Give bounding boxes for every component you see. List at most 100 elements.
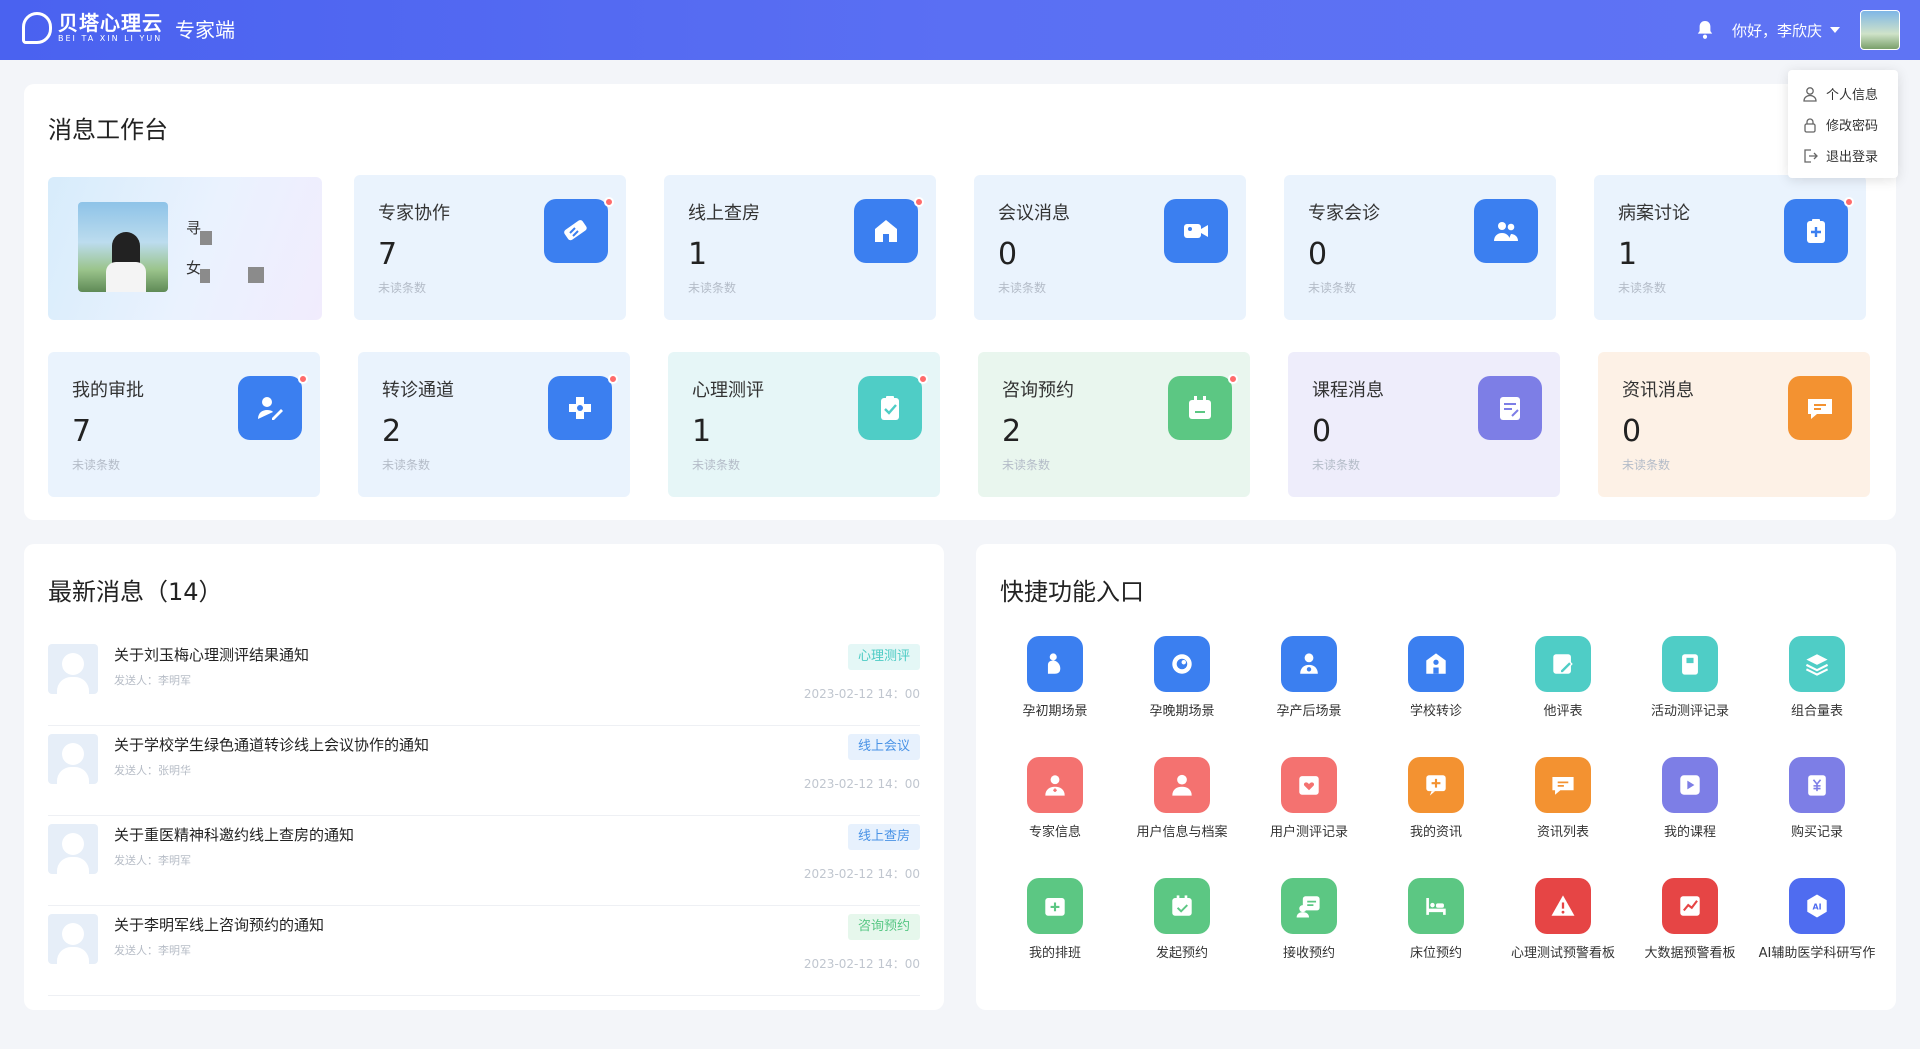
avatar[interactable] xyxy=(1860,10,1900,50)
message-card[interactable]: 资讯消息 0 未读条数 xyxy=(1598,352,1870,497)
quick-entry[interactable]: 心理测试预警看板 xyxy=(1499,878,1627,961)
menu-item-logout[interactable]: 退出登录 xyxy=(1802,140,1898,171)
list-item[interactable]: 关于重医精神科邀约线上查房的通知 发送人：李明军 线上查房 2023-02-12 14… xyxy=(48,816,920,906)
mosaic-block xyxy=(248,267,264,283)
list-item[interactable]: 关于刘玉梅心理测评结果通知 发送人：李明军 心理测评 2023-02-12 14：00 xyxy=(48,636,920,726)
card-icon-badge xyxy=(1168,376,1232,440)
message-card[interactable]: 会议消息 0 未读条数 xyxy=(974,175,1246,320)
avatar xyxy=(48,644,98,694)
menu-item-password[interactable]: 修改密码 xyxy=(1802,109,1898,140)
quick-entry[interactable]: 学校转诊 xyxy=(1372,636,1500,719)
bell-icon[interactable] xyxy=(1696,20,1714,40)
quick-entry[interactable]: 孕初期场景 xyxy=(991,636,1119,719)
quick-label: 我的排班 xyxy=(1028,946,1081,961)
panel-title: 消息工作台 xyxy=(48,116,168,144)
quick-entry[interactable]: 购买记录 xyxy=(1753,757,1881,840)
quick-entry[interactable]: 用户信息与档案 xyxy=(1118,757,1246,840)
quick-entry[interactable]: AI AI辅助医学科研写作 xyxy=(1753,878,1881,961)
edit-icon xyxy=(1553,654,1573,674)
quick-entry[interactable]: 我的资讯 xyxy=(1372,757,1500,840)
message-card[interactable]: 咨询预约 2 未读条数 xyxy=(978,352,1250,497)
message-card[interactable]: 心理测评 1 未读条数 xyxy=(668,352,940,497)
unread-count: 1 xyxy=(688,237,708,272)
baby-icon xyxy=(1172,654,1192,674)
quick-label: 组合量表 xyxy=(1790,704,1843,719)
check-clipboard-icon xyxy=(881,396,899,420)
unread-dot xyxy=(918,374,928,384)
logo-name: 贝塔心理云 xyxy=(58,11,163,35)
unread-label: 未读条数 xyxy=(72,458,121,472)
quick-icon-badge xyxy=(1662,878,1718,934)
profile-card[interactable]: 寻 女 xyxy=(48,177,322,320)
card-title: 线上查房 xyxy=(688,203,760,224)
quick-entry[interactable]: 活动测评记录 xyxy=(1626,636,1754,719)
avatar xyxy=(48,824,98,874)
doctor-icon xyxy=(1045,775,1065,796)
profile-gender: 女 xyxy=(186,259,202,277)
app-logo[interactable]: 贝塔心理云 BEI TA XIN LI YUN 专家端 xyxy=(22,12,235,44)
quick-entry[interactable]: 我的排班 xyxy=(991,878,1119,961)
unread-label: 未读条数 xyxy=(688,281,737,295)
message-card[interactable]: 转诊通道 2 未读条数 xyxy=(358,352,630,497)
quick-entry[interactable]: 专家信息 xyxy=(991,757,1119,840)
quick-entry[interactable]: 我的课程 xyxy=(1626,757,1754,840)
message-title: 关于学校学生绿色通道转诊线上会议协作的通知 xyxy=(114,736,430,754)
quick-entry[interactable]: 大数据预警看板 xyxy=(1626,878,1754,961)
menu-item-profile[interactable]: 个人信息 xyxy=(1802,78,1898,109)
quick-icon-badge xyxy=(1027,757,1083,813)
quick-entry[interactable]: 孕产后场景 xyxy=(1245,636,1373,719)
profile-photo xyxy=(78,202,168,292)
quick-label: 专家信息 xyxy=(1028,825,1081,840)
quick-label: 接收预约 xyxy=(1282,946,1335,961)
message-tag[interactable]: 咨询预约 xyxy=(847,914,920,940)
quick-entry[interactable]: 接收预约 xyxy=(1245,878,1373,961)
card-icon-badge xyxy=(544,199,608,263)
quick-icon-badge xyxy=(1408,878,1464,934)
message-tag[interactable]: 线上会议 xyxy=(847,734,920,760)
quick-label: 床位预约 xyxy=(1409,946,1462,961)
quick-label: 心理测试预警看板 xyxy=(1510,946,1615,961)
quick-label: 资讯列表 xyxy=(1536,825,1589,840)
unread-label: 未读条数 xyxy=(1308,281,1357,295)
message-card[interactable]: 课程消息 0 未读条数 xyxy=(1288,352,1560,497)
logo-name-en: BEI TA XIN LI YUN xyxy=(58,34,163,43)
chat-icon xyxy=(1808,399,1832,419)
note-icon xyxy=(1500,397,1520,420)
user-greeting[interactable]: 你好，李欣庆 xyxy=(1732,20,1822,41)
unread-label: 未读条数 xyxy=(382,458,431,472)
quick-entry[interactable]: 用户测评记录 xyxy=(1245,757,1373,840)
list-item[interactable]: 关于学校学生绿色通道转诊线上会议协作的通知 发送人：张明华 线上会议 2023-02-… xyxy=(48,726,920,816)
message-sender: 发送人：张明华 xyxy=(114,764,191,777)
quick-icon-badge xyxy=(1535,878,1591,934)
message-title: 关于刘玉梅心理测评结果通知 xyxy=(114,646,310,664)
unread-dot xyxy=(298,374,308,384)
message-tag[interactable]: 心理测评 xyxy=(847,644,920,670)
quick-icon-badge xyxy=(1789,636,1845,692)
quick-label: 购买记录 xyxy=(1790,825,1843,840)
message-card[interactable]: 专家会诊 0 未读条数 xyxy=(1284,175,1556,320)
quick-entry[interactable]: 组合量表 xyxy=(1753,636,1881,719)
profile-icon xyxy=(1172,774,1192,796)
chevron-down-icon[interactable] xyxy=(1830,27,1840,33)
message-card[interactable]: 病案讨论 1 未读条数 xyxy=(1594,175,1866,320)
message-card[interactable]: 专家协作 7 未读条数 xyxy=(354,175,626,320)
menu-item-label: 个人信息 xyxy=(1826,88,1879,103)
message-sender: 发送人：李明军 xyxy=(114,944,191,957)
message-card[interactable]: 我的审批 7 未读条数 xyxy=(48,352,320,497)
quick-icon-badge xyxy=(1662,636,1718,692)
quick-entry[interactable]: 孕晚期场景 xyxy=(1118,636,1246,719)
yuan-icon xyxy=(1808,775,1826,796)
quick-entry[interactable]: 资讯列表 xyxy=(1499,757,1627,840)
user-icon xyxy=(1803,86,1817,102)
unread-label: 未读条数 xyxy=(692,458,741,472)
message-tag[interactable]: 线上查房 xyxy=(847,824,920,850)
list-item[interactable]: 关于李明军线上咨询预约的通知 发送人：李明军 咨询预约 2023-02-12 14：0… xyxy=(48,906,920,996)
quick-entry[interactable]: 床位预约 xyxy=(1372,878,1500,961)
quick-icon-badge: AI xyxy=(1789,878,1845,934)
home-icon xyxy=(875,220,897,242)
top-bar: 贝塔心理云 BEI TA XIN LI YUN 专家端 你好，李欣庆 xyxy=(0,0,1920,60)
message-card[interactable]: 线上查房 1 未读条数 xyxy=(664,175,936,320)
quick-entry[interactable]: 他评表 xyxy=(1499,636,1627,719)
quick-entry[interactable]: 发起预约 xyxy=(1118,878,1246,961)
quick-label: 孕初期场景 xyxy=(1022,704,1088,719)
